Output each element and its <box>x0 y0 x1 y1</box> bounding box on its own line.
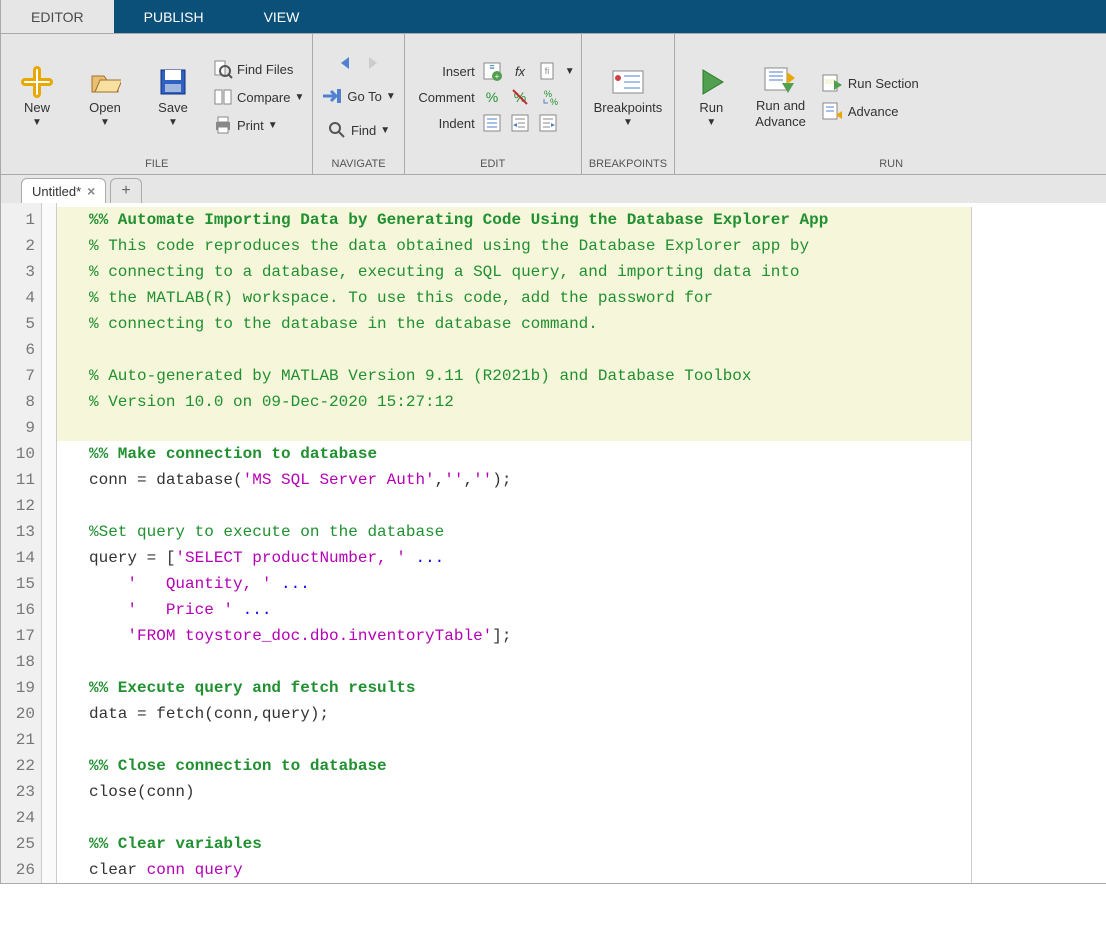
comment-add-button[interactable]: % <box>481 86 503 108</box>
code-line[interactable]: clear conn query <box>57 857 972 883</box>
save-button[interactable]: Save▼ <box>143 64 203 131</box>
code-area[interactable]: %% Automate Importing Data by Generating… <box>57 203 1106 883</box>
code-line[interactable]: % connecting to a database, executing a … <box>57 259 972 285</box>
find-button[interactable]: Find ▼ <box>325 118 392 142</box>
code-line[interactable]: data = fetch(conn,query); <box>57 701 972 727</box>
tab-publish[interactable]: PUBLISH <box>114 0 234 33</box>
goto-icon <box>321 86 343 106</box>
indent-smart-button[interactable] <box>481 112 503 134</box>
code-line[interactable]: %% Close connection to database <box>57 753 972 779</box>
svg-text:fx: fx <box>515 64 526 79</box>
fold-gutter <box>42 203 57 883</box>
code-line[interactable]: %% Clear variables <box>57 831 972 857</box>
tab-view[interactable]: VIEW <box>234 0 330 33</box>
code-line[interactable] <box>57 805 972 831</box>
code-line[interactable]: ' Quantity, ' ... <box>57 571 972 597</box>
group-file: FILE <box>7 156 306 172</box>
insert-dropdown[interactable]: ▼ <box>565 66 575 77</box>
find-files-icon <box>213 59 233 79</box>
svg-text:fi: fi <box>544 66 549 76</box>
insert-section-button[interactable]: ≡+ <box>481 60 503 82</box>
code-line[interactable] <box>57 415 972 441</box>
code-line[interactable]: % connecting to the database in the data… <box>57 311 972 337</box>
code-editor[interactable]: 1234567891011121314151617181920212223242… <box>1 203 1106 883</box>
comment-remove-button[interactable]: % <box>509 86 531 108</box>
group-breakpoints: BREAKPOINTS <box>588 156 669 172</box>
breakpoints-button[interactable]: Breakpoints▼ <box>588 64 669 131</box>
comment-label: Comment <box>411 90 475 105</box>
comment-wrap-button[interactable]: %% <box>537 86 559 108</box>
run-advance-button[interactable]: Run and Advance <box>749 62 812 131</box>
code-line[interactable]: % This code reproduces the data obtained… <box>57 233 972 259</box>
search-icon <box>327 120 347 140</box>
print-button[interactable]: Print ▼ <box>211 113 280 137</box>
compare-button[interactable]: Compare ▼ <box>211 85 306 109</box>
insert-file-button[interactable]: fi <box>537 60 559 82</box>
run-button[interactable]: Run▼ <box>681 64 741 131</box>
breakpoint-icon <box>610 66 646 98</box>
new-button[interactable]: New▼ <box>7 64 67 131</box>
code-line[interactable]: % the MATLAB(R) workspace. To use this c… <box>57 285 972 311</box>
go-to-button[interactable]: Go To ▼ <box>319 84 397 108</box>
code-line[interactable]: % Auto-generated by MATLAB Version 9.11 … <box>57 363 972 389</box>
code-line[interactable]: %% Execute query and fetch results <box>57 675 972 701</box>
svg-text:+: + <box>494 72 499 81</box>
print-icon <box>213 115 233 135</box>
code-line[interactable]: % Version 10.0 on 09-Dec-2020 15:27:12 <box>57 389 972 415</box>
code-line[interactable] <box>57 493 972 519</box>
nav-forward-button[interactable] <box>362 52 384 74</box>
file-tabs: Untitled* × + <box>1 174 1106 203</box>
plus-icon <box>21 66 53 98</box>
svg-text:≡: ≡ <box>489 62 494 72</box>
svg-text:%: % <box>486 89 498 105</box>
open-button[interactable]: Open▼ <box>75 64 135 131</box>
code-line[interactable]: conn = database('MS SQL Server Auth','',… <box>57 467 972 493</box>
floppy-icon <box>157 66 189 98</box>
advance-icon <box>822 101 844 121</box>
run-advance-icon <box>763 64 799 96</box>
ribbon: New▼ Open▼ Save▼ Find Files Compare ▼ Pr… <box>1 34 1106 174</box>
find-files-button[interactable]: Find Files <box>211 57 295 81</box>
main-tabs: EDITOR PUBLISH VIEW <box>1 0 1106 34</box>
code-line[interactable]: %Set query to execute on the database <box>57 519 972 545</box>
svg-text:%: % <box>550 97 558 107</box>
code-line[interactable] <box>57 649 972 675</box>
group-navigate: NAVIGATE <box>319 156 397 172</box>
code-line[interactable]: query = ['SELECT productNumber, ' ... <box>57 545 972 571</box>
tab-editor[interactable]: EDITOR <box>1 0 114 33</box>
run-section-icon <box>822 73 844 93</box>
play-icon <box>695 66 727 98</box>
group-edit: EDIT <box>411 156 575 172</box>
code-line[interactable] <box>57 727 972 753</box>
code-line[interactable] <box>57 337 972 363</box>
group-run: RUN <box>681 156 1101 172</box>
advance-button[interactable]: Advance <box>820 99 901 123</box>
code-line[interactable]: %% Automate Importing Data by Generating… <box>57 207 972 233</box>
code-line[interactable]: 'FROM toystore_doc.dbo.inventoryTable']; <box>57 623 972 649</box>
close-icon[interactable]: × <box>87 183 95 199</box>
add-tab-button[interactable]: + <box>110 178 141 203</box>
indent-label: Indent <box>411 116 475 131</box>
run-section-button[interactable]: Run Section <box>820 71 921 95</box>
indent-decrease-button[interactable] <box>537 112 559 134</box>
insert-label: Insert <box>411 64 475 79</box>
file-tab-untitled[interactable]: Untitled* × <box>21 178 106 203</box>
code-line[interactable]: %% Make connection to database <box>57 441 972 467</box>
insert-fx-button[interactable]: fx <box>509 60 531 82</box>
folder-open-icon <box>89 66 121 98</box>
code-line[interactable]: close(conn) <box>57 779 972 805</box>
line-gutter: 1234567891011121314151617181920212223242… <box>1 203 42 883</box>
code-line[interactable]: ' Price ' ... <box>57 597 972 623</box>
run-advance-label: Run and Advance <box>755 98 806 129</box>
compare-icon <box>213 87 233 107</box>
indent-increase-button[interactable] <box>509 112 531 134</box>
nav-back-button[interactable] <box>334 52 356 74</box>
